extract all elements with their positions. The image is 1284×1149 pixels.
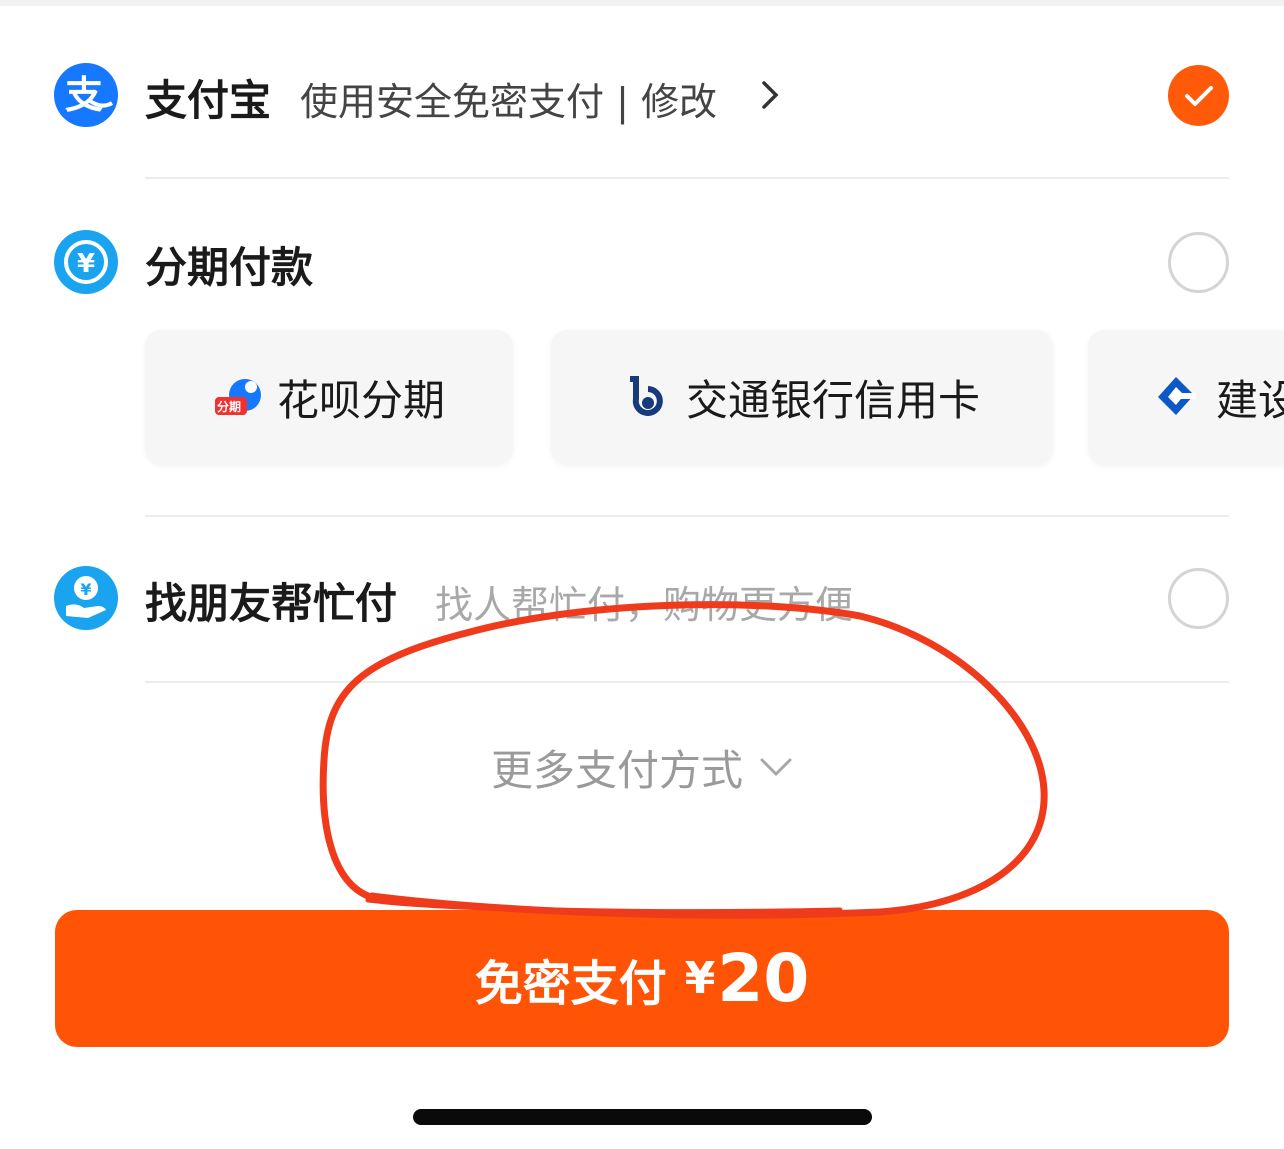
- friend-pay-radio[interactable]: [1168, 568, 1229, 629]
- chip-huabei[interactable]: 分期 花呗分期: [145, 330, 513, 464]
- friend-pay-subtitle: 找人帮忙付，购物更方便: [435, 583, 854, 627]
- installment-yen-icon: ¥: [54, 230, 118, 294]
- svg-text:支: 支: [65, 73, 103, 117]
- divider: [145, 681, 1229, 683]
- chip-ccb[interactable]: 建设: [1088, 330, 1284, 464]
- pay-button-label: 免密支付: [474, 955, 667, 1012]
- svg-text:¥: ¥: [80, 580, 91, 599]
- chip-label-ccb: 建设: [1216, 375, 1284, 425]
- chip-label-huabei: 花呗分期: [276, 375, 445, 425]
- payment-sheet: 支 支付宝 使用安全免密支付 | 修改 ¥ 分期付款 分期 花呗分期 交通银行信…: [0, 0, 1284, 1149]
- alipay-selected-radio[interactable]: [1168, 65, 1229, 126]
- alipay-title: 支付宝: [145, 76, 272, 125]
- friend-pay-hand-icon: ¥: [54, 566, 118, 630]
- alipay-subtitle[interactable]: 使用安全免密支付 | 修改: [300, 71, 717, 126]
- chevron-down-icon: [759, 756, 793, 782]
- friend-pay-title: 找朋友帮忙付: [145, 579, 398, 628]
- payment-option-alipay[interactable]: 支 支付宝 使用安全免密支付 | 修改: [0, 45, 1284, 145]
- pay-amount: 20: [717, 940, 810, 1017]
- more-payment-methods[interactable]: 更多支付方式: [0, 732, 1284, 802]
- chip-label-bocom: 交通银行信用卡: [685, 375, 980, 425]
- chip-bocom[interactable]: 交通银行信用卡: [551, 330, 1053, 464]
- installment-title: 分期付款: [145, 243, 314, 292]
- bocom-icon: [624, 375, 668, 419]
- alipay-icon: 支: [54, 63, 118, 127]
- sheet-top-edge: [0, 0, 1284, 6]
- svg-text:¥: ¥: [77, 249, 95, 279]
- home-indicator: [413, 1109, 872, 1125]
- ccb-icon: [1154, 375, 1198, 419]
- confirm-pay-button[interactable]: 免密支付 ¥ 20: [55, 910, 1229, 1047]
- payment-option-friend-pay[interactable]: ¥ 找朋友帮忙付 找人帮忙付，购物更方便: [0, 548, 1284, 648]
- installment-radio[interactable]: [1168, 232, 1229, 293]
- divider: [145, 177, 1229, 179]
- check-icon: [1184, 85, 1213, 106]
- more-payment-methods-label: 更多支付方式: [490, 745, 743, 795]
- installment-badge: 分期: [216, 400, 241, 414]
- payment-option-installment[interactable]: ¥ 分期付款: [0, 212, 1284, 312]
- pay-currency: ¥: [684, 953, 716, 1004]
- huabei-icon: 分期: [213, 375, 265, 419]
- chevron-right-icon[interactable]: [758, 75, 782, 119]
- divider: [145, 515, 1229, 517]
